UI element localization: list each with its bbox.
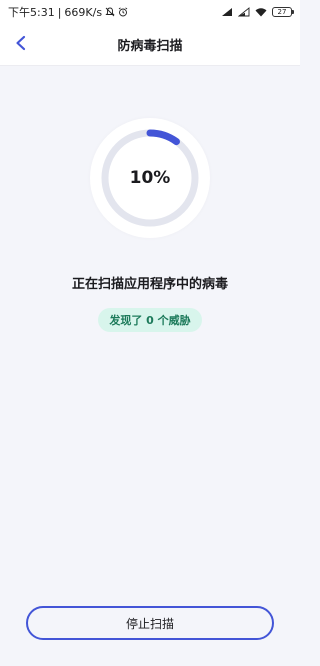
threat-count-text: 发现了 0 个威胁 <box>109 314 191 327</box>
progress-percent: 10% <box>129 168 171 188</box>
threat-count-badge: 发现了 0 个威胁 <box>98 308 202 332</box>
chevron-left-icon <box>14 35 28 55</box>
battery-level: 27 <box>277 8 287 16</box>
alarm-icon <box>118 7 128 17</box>
wifi-icon <box>255 7 267 17</box>
scan-status-text: 正在扫描应用程序中的病毒 <box>71 277 228 292</box>
signal-icon <box>238 7 250 17</box>
page-title: 防病毒扫描 <box>117 39 183 54</box>
stop-scan-label: 停止扫描 <box>125 616 174 631</box>
app-header: 防病毒扫描 <box>0 24 300 66</box>
status-bar: 下午5:31 | 669K/s 27 <box>0 0 300 24</box>
network-speed: 669K/s <box>64 5 103 19</box>
status-time: 下午5:31 <box>8 6 55 19</box>
scan-progress-ring: 10% <box>90 118 210 238</box>
status-separator: | <box>57 5 62 19</box>
battery-icon: 27 <box>272 7 294 17</box>
notification-muted-icon <box>105 7 115 17</box>
screen: 下午5:31 | 669K/s 27 防病毒扫描 10% 正在扫描应用程序中的病… <box>0 0 300 666</box>
back-button[interactable] <box>8 32 34 58</box>
status-left: 下午5:31 | 669K/s <box>8 4 128 20</box>
status-right: 27 <box>221 7 294 17</box>
signal-icon <box>221 7 233 17</box>
stop-scan-button[interactable]: 停止扫描 <box>26 606 274 640</box>
